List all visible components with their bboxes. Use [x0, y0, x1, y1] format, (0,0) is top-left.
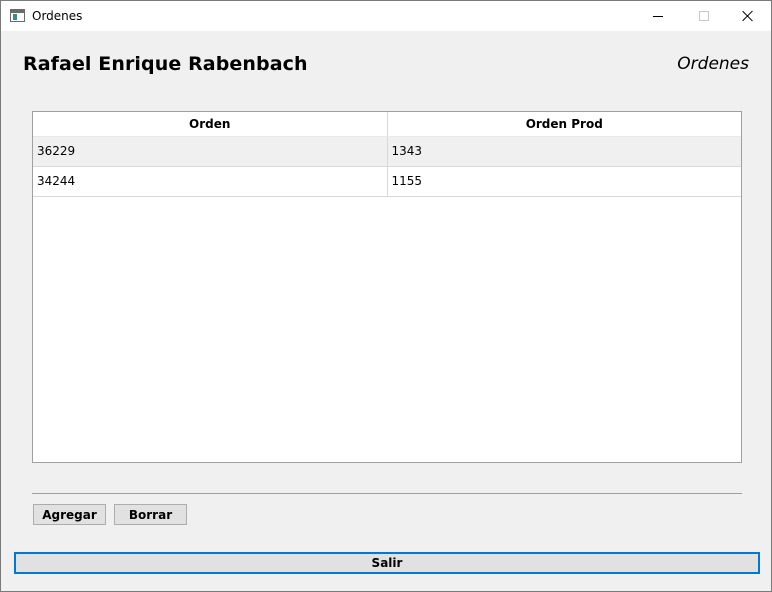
cell-orden[interactable]: 36229 — [33, 136, 388, 167]
minimize-button[interactable] — [635, 1, 681, 31]
user-name-label: Rafael Enrique Rabenbach — [23, 53, 308, 75]
exit-button[interactable]: Salir — [14, 552, 760, 574]
window-title: Ordenes — [32, 9, 83, 23]
section-title: Ordenes — [677, 54, 749, 74]
maximize-icon — [699, 11, 709, 21]
close-button[interactable] — [725, 1, 771, 31]
section-divider — [32, 493, 742, 494]
minimize-icon — [653, 15, 663, 17]
orders-table[interactable]: Orden Orden Prod 36229 1343 34244 1155 — [32, 111, 742, 463]
app-window: Ordenes Rafael Enrique Rabenbach Ordenes… — [0, 0, 772, 592]
close-icon — [742, 10, 754, 22]
title-bar[interactable]: Ordenes — [1, 1, 771, 31]
column-header-orden[interactable]: Orden — [33, 112, 388, 137]
delete-button[interactable]: Borrar — [114, 504, 187, 525]
table-header-row: Orden Orden Prod — [33, 112, 741, 137]
cell-orden-prod[interactable]: 1155 — [387, 166, 741, 197]
app-window-icon — [10, 9, 25, 22]
cell-orden[interactable]: 34244 — [33, 166, 388, 197]
add-button[interactable]: Agregar — [33, 504, 106, 525]
cell-orden-prod[interactable]: 1343 — [387, 136, 741, 167]
column-header-orden-prod[interactable]: Orden Prod — [387, 112, 741, 137]
table-row[interactable]: 34244 1155 — [33, 166, 741, 197]
maximize-button[interactable] — [681, 1, 727, 31]
table-row[interactable]: 36229 1343 — [33, 136, 741, 167]
